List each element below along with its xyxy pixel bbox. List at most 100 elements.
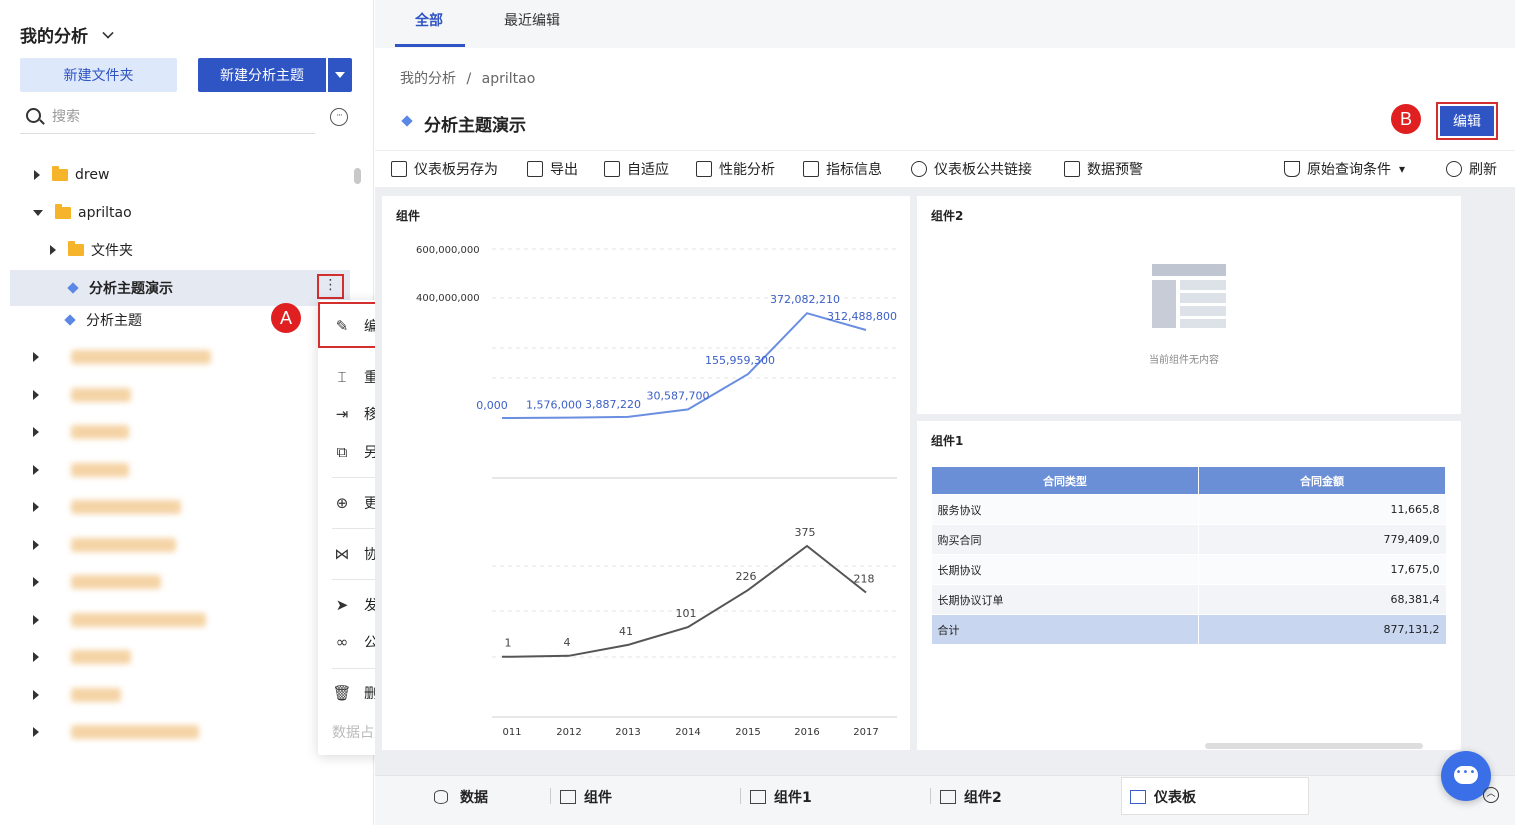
- data-label: 1,576,000: [526, 399, 582, 412]
- save-dashboard-as-button[interactable]: 仪表板另存为: [391, 159, 498, 179]
- table-cell: 68,381,4: [1198, 584, 1446, 615]
- tree-item-apriltao[interactable]: apriltao: [33, 197, 132, 229]
- refresh-button[interactable]: 刷新: [1446, 159, 1497, 179]
- search-icon: [26, 108, 41, 123]
- export-button[interactable]: 导出: [527, 159, 578, 179]
- x-tick-label: 2015: [735, 727, 760, 738]
- tab-all[interactable]: 全部: [415, 10, 443, 30]
- folder-icon: [55, 204, 71, 219]
- bottom-tab-widget1[interactable]: 组件1: [750, 787, 812, 807]
- share-icon: ⋈: [334, 545, 350, 563]
- folder-icon: [68, 241, 84, 256]
- expand-icon[interactable]: [50, 245, 56, 255]
- empty-table-icon: [1152, 264, 1226, 328]
- rename-icon: ⌶: [337, 368, 347, 386]
- alarm-icon: [1064, 161, 1080, 177]
- search-box: [20, 102, 315, 134]
- data-label: 375: [795, 526, 816, 539]
- data-label: 3,887,220: [585, 398, 641, 411]
- collapse-icon[interactable]: [33, 210, 43, 216]
- table-header[interactable]: 合同金额: [1198, 466, 1446, 495]
- new-folder-button[interactable]: 新建文件夹: [20, 58, 177, 92]
- table-row: 服务协议 11,665,8: [931, 494, 1446, 525]
- tab-active-indicator: [395, 44, 465, 47]
- bottom-tab-data[interactable]: 数据: [434, 787, 488, 807]
- topic-icon: [63, 313, 77, 327]
- breadcrumb-separator: /: [466, 71, 472, 87]
- kebab-menu-icon[interactable]: ⋮: [317, 274, 344, 299]
- data-label: 0,000: [476, 399, 508, 412]
- data-label: 1: [505, 637, 512, 650]
- update-icon: ⊕: [335, 494, 349, 512]
- tab-recent[interactable]: 最近编辑: [504, 10, 560, 30]
- data-table: 合同类型 合同金额 服务协议 11,665,8 购买合同 779,409,0 长期协…: [931, 466, 1446, 645]
- new-topic-dropdown-icon[interactable]: [328, 58, 352, 92]
- x-tick-label: 2016: [794, 727, 819, 738]
- save-as-icon: ⧉: [336, 443, 348, 461]
- tree-item-selected-bg: [10, 270, 350, 306]
- bar-chart-icon: [560, 790, 576, 804]
- widget2-card[interactable]: 组件2 当前组件无内容: [917, 196, 1461, 414]
- bottom-tab-widget[interactable]: 组件: [560, 787, 612, 807]
- move-icon: ⇥: [335, 405, 349, 423]
- empty-message: 当前组件无内容: [1149, 355, 1219, 366]
- line-charts-svg: 600,000,000 400,000,000 0,000 1,576,000 3,88…: [416, 245, 897, 738]
- tree-item-topic[interactable]: 分析主题: [63, 304, 142, 336]
- table-cell: 779,409,0: [1198, 524, 1446, 555]
- new-topic-button[interactable]: 新建分析主题: [198, 58, 326, 92]
- table-cell: 合计: [931, 614, 1199, 645]
- breadcrumb-user[interactable]: apriltao: [482, 71, 536, 87]
- scroll-top-icon[interactable]: ︿: [1483, 787, 1499, 803]
- query-condition-dropdown[interactable]: 原始查询条件 ▾: [1284, 159, 1405, 179]
- table-header[interactable]: 合同类型: [931, 466, 1199, 495]
- widget1-card[interactable]: 组件1 合同类型 合同金额 服务协议 11,665,8 购买合同 779,409,0…: [917, 421, 1461, 750]
- pulse-icon: [696, 161, 712, 177]
- public-link-button[interactable]: 仪表板公共链接: [911, 159, 1032, 179]
- data-label: 41: [619, 625, 633, 638]
- fit-button[interactable]: 自适应: [604, 159, 669, 179]
- save-icon: [391, 161, 407, 177]
- table-row: 购买合同 779,409,0: [931, 524, 1446, 555]
- widget-chart-card[interactable]: 组件 600,000,000 400,000,000 0,000 1,576,000 3…: [382, 196, 910, 750]
- trash-icon: 🗑: [332, 684, 352, 702]
- table-cell: 877,131,2: [1198, 614, 1446, 645]
- data-label: 4: [564, 636, 571, 649]
- bar-chart-icon: [940, 790, 956, 804]
- breadcrumb-root[interactable]: 我的分析: [400, 71, 456, 87]
- bottom-tab-dashboard[interactable]: 仪表板: [1130, 787, 1196, 807]
- breadcrumb: 我的分析 / apriltao: [400, 68, 535, 88]
- bottom-tab-separator: [550, 788, 551, 804]
- pencil-icon: ✎: [335, 317, 349, 335]
- expand-icon[interactable]: [34, 170, 40, 180]
- table-cell: 17,675,0: [1198, 554, 1446, 585]
- x-tick-label: 2017: [853, 727, 878, 738]
- dashboard-icon: [1130, 790, 1146, 804]
- bottom-tab-widget2[interactable]: 组件2: [940, 787, 1002, 807]
- info-doc-icon: [803, 161, 819, 177]
- chevron-down-icon[interactable]: [102, 27, 114, 39]
- link-icon: ∞: [335, 633, 349, 651]
- perf-button[interactable]: 性能分析: [696, 159, 775, 179]
- data-label: 155,959,300: [705, 354, 775, 367]
- data-label: 101: [676, 607, 697, 620]
- search-input[interactable]: [52, 106, 302, 128]
- metric-info-button[interactable]: 指标信息: [803, 159, 882, 179]
- data-label: 218: [854, 572, 875, 585]
- alert-button[interactable]: 数据预警: [1064, 159, 1143, 179]
- data-label: 372,082,210: [770, 293, 840, 306]
- horizontal-scrollbar[interactable]: [1205, 743, 1423, 749]
- y-tick-label: 600,000,000: [416, 245, 480, 256]
- edit-button[interactable]: 编辑: [1440, 106, 1494, 136]
- sidebar-title: 我的分析: [20, 27, 88, 47]
- folder-icon: [52, 166, 68, 181]
- table-cell: 长期协议订单: [931, 584, 1199, 615]
- tree-item-topic-demo[interactable]: 分析主题演示: [66, 272, 173, 304]
- more-options-icon[interactable]: ···: [330, 108, 348, 126]
- tree-item-drew[interactable]: drew: [34, 159, 109, 191]
- link-icon: [911, 161, 927, 177]
- topic-icon: [66, 281, 80, 295]
- table-cell: 服务协议: [931, 494, 1199, 525]
- sidebar-scrollbar[interactable]: [354, 168, 361, 184]
- table-cell: 长期协议: [931, 554, 1199, 585]
- tree-item-folder[interactable]: 文件夹: [50, 234, 133, 266]
